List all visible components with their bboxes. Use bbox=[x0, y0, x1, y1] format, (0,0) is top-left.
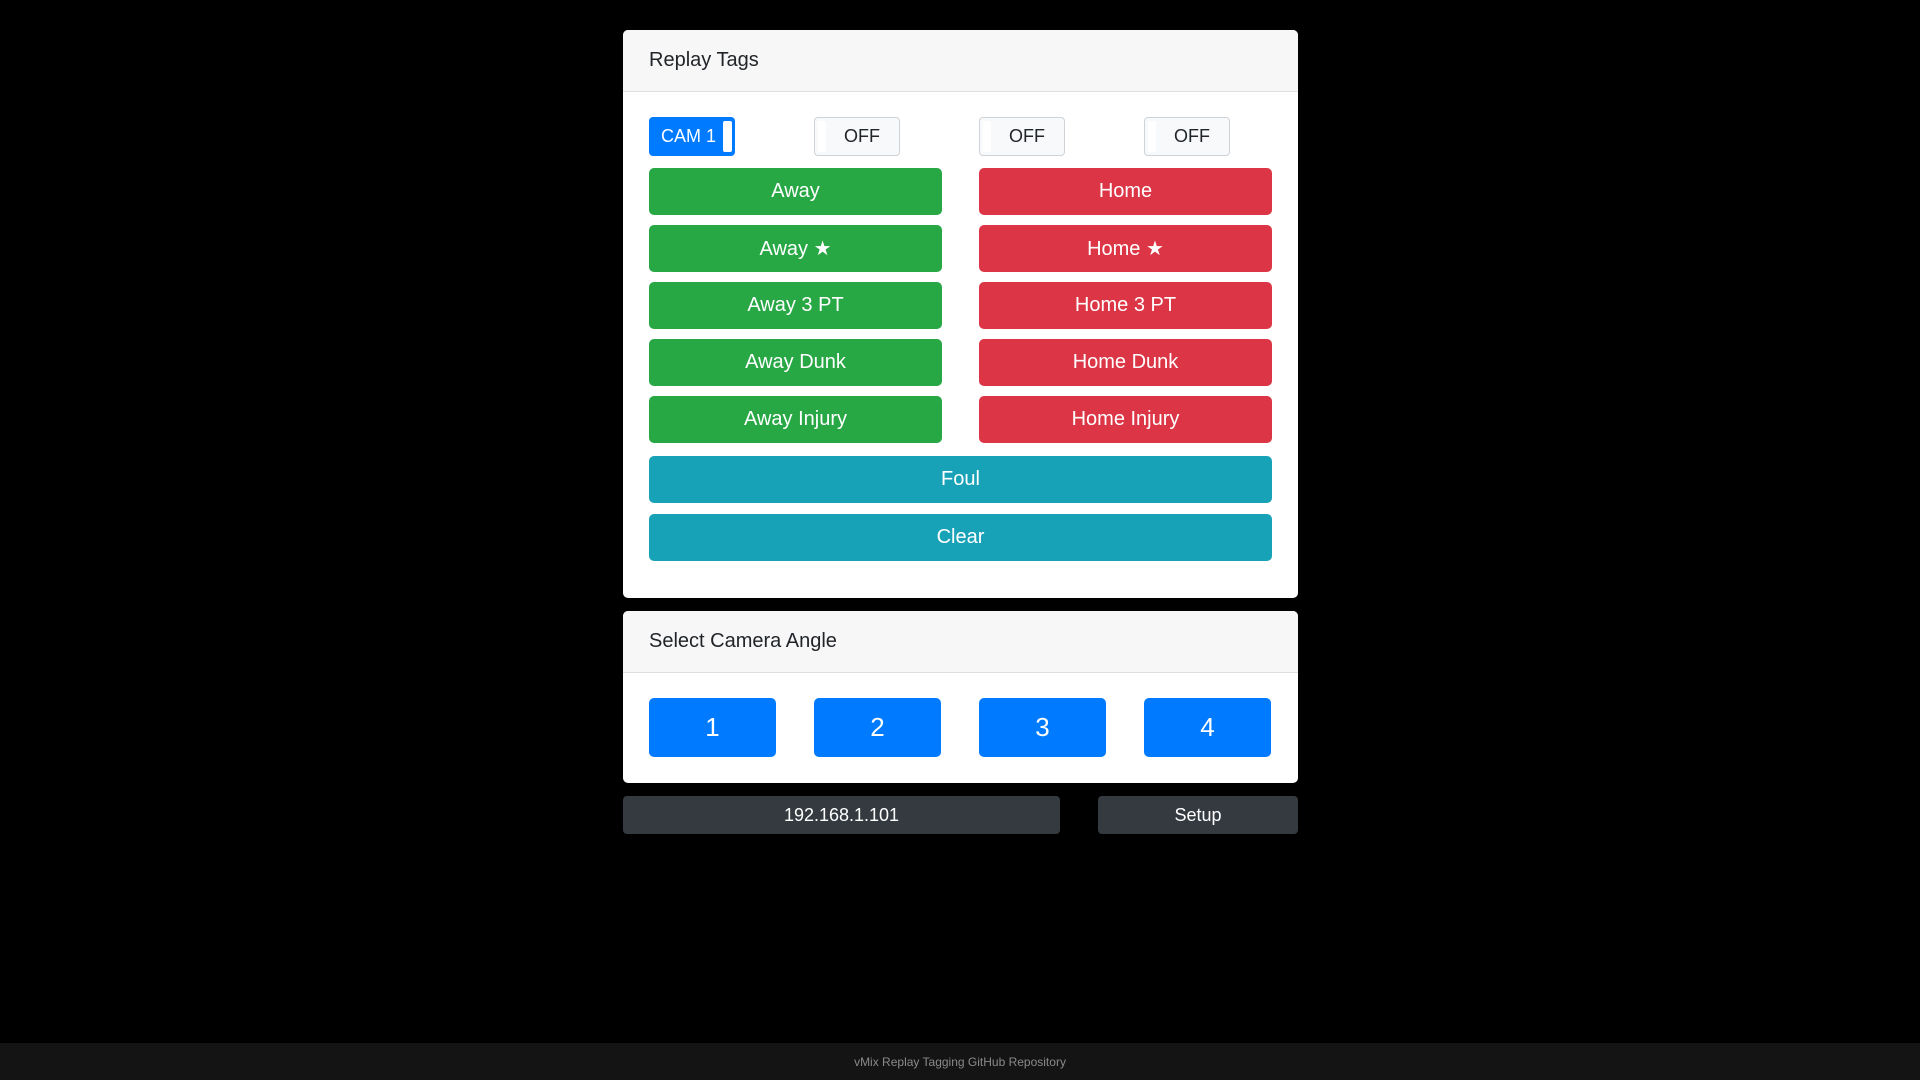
away-3pt-button[interactable]: Away 3 PT bbox=[649, 282, 942, 329]
away-button[interactable]: Away bbox=[649, 168, 942, 215]
away-dunk-button[interactable]: Away Dunk bbox=[649, 339, 942, 386]
away-injury-button[interactable]: Away Injury bbox=[649, 396, 942, 443]
toggle-knob bbox=[723, 121, 732, 152]
home-dunk-button[interactable]: Home Dunk bbox=[979, 339, 1272, 386]
cam-4-toggle-label: OFF bbox=[1174, 126, 1210, 146]
github-repo-link[interactable]: vMix Replay Tagging GitHub Repository bbox=[854, 1055, 1066, 1069]
away-star-button[interactable]: Away ★ bbox=[649, 225, 942, 272]
cam-2-toggle[interactable]: OFF bbox=[814, 117, 900, 156]
cam-1-toggle-label: CAM 1 bbox=[661, 126, 717, 146]
camera-3-button[interactable]: 3 bbox=[979, 698, 1106, 757]
setup-button[interactable]: Setup bbox=[1098, 796, 1298, 834]
camera-2-button[interactable]: 2 bbox=[814, 698, 941, 757]
cam-2-toggle-label: OFF bbox=[844, 126, 880, 146]
home-star-button[interactable]: Home ★ bbox=[979, 225, 1272, 272]
ip-address-button[interactable]: 192.168.1.101 bbox=[623, 796, 1060, 834]
toggle-knob bbox=[1148, 121, 1156, 152]
home-button[interactable]: Home bbox=[979, 168, 1272, 215]
toggle-knob bbox=[818, 121, 826, 152]
cam-4-toggle[interactable]: OFF bbox=[1144, 117, 1230, 156]
camera-angle-title: Select Camera Angle bbox=[649, 630, 837, 652]
replay-tags-title: Replay Tags bbox=[649, 49, 759, 71]
camera-4-button[interactable]: 4 bbox=[1144, 698, 1271, 757]
home-3pt-button[interactable]: Home 3 PT bbox=[979, 282, 1272, 329]
foul-button[interactable]: Foul bbox=[649, 456, 1272, 503]
home-injury-button[interactable]: Home Injury bbox=[979, 396, 1272, 443]
footer: vMix Replay Tagging GitHub Repository bbox=[0, 1043, 1920, 1080]
clear-button[interactable]: Clear bbox=[649, 514, 1272, 561]
replay-tags-header: Replay Tags bbox=[623, 30, 1298, 92]
replay-tags-card: Replay Tags CAM 1 OFF OFF OFF Away Away … bbox=[623, 30, 1298, 598]
camera-angle-header: Select Camera Angle bbox=[623, 611, 1298, 673]
cam-3-toggle[interactable]: OFF bbox=[979, 117, 1065, 156]
cam-1-toggle[interactable]: CAM 1 bbox=[649, 117, 735, 156]
cam-3-toggle-label: OFF bbox=[1009, 126, 1045, 146]
toggle-knob bbox=[983, 121, 991, 152]
camera-1-button[interactable]: 1 bbox=[649, 698, 776, 757]
page: Replay Tags CAM 1 OFF OFF OFF Away Away … bbox=[0, 0, 1920, 1080]
camera-angle-card: Select Camera Angle 1 2 3 4 bbox=[623, 611, 1298, 783]
